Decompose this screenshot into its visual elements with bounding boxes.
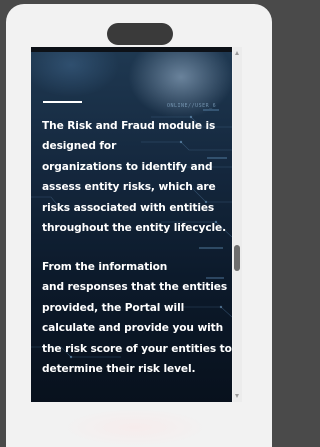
paragraph-line: assess entity risks, which are bbox=[42, 181, 216, 194]
risk-score-paragraph: From the information and responses that … bbox=[42, 257, 232, 379]
scroll-up-arrow-icon[interactable] bbox=[235, 51, 239, 55]
paragraph-line: organizations to identify and bbox=[42, 160, 213, 173]
paragraph-line: throughout the entity lifecycle. bbox=[42, 222, 227, 235]
paragraph-line: and responses that the entities bbox=[42, 281, 228, 294]
paragraph-line: risks associated with entities bbox=[42, 201, 215, 214]
scroll-down-arrow-icon[interactable] bbox=[235, 394, 239, 398]
hud-status-text: ONLINE//USER_6 bbox=[167, 103, 217, 109]
content-screen[interactable]: ONLINE//USER_6 The Risk and Fraud module… bbox=[31, 47, 232, 402]
paragraph-line: provided, the Portal will bbox=[42, 301, 185, 314]
speaker-notch bbox=[107, 23, 173, 45]
paragraph-line: designed for bbox=[42, 140, 117, 153]
heading-accent-line bbox=[43, 101, 82, 103]
vertical-scrollbar[interactable] bbox=[233, 47, 242, 402]
paragraph-line: the risk score of your entities to bbox=[42, 342, 232, 355]
paragraph-line: calculate and provide you with bbox=[42, 322, 224, 335]
paragraph-line: From the information bbox=[42, 261, 168, 273]
scrollbar-thumb[interactable] bbox=[234, 245, 240, 271]
paragraph-line: determine their risk level. bbox=[42, 363, 196, 376]
bottom-glow-decoration bbox=[60, 408, 210, 447]
intro-paragraph: The Risk and Fraud module is designed fo… bbox=[42, 116, 229, 238]
paragraph-line: The Risk and Fraud module is bbox=[42, 120, 216, 132]
